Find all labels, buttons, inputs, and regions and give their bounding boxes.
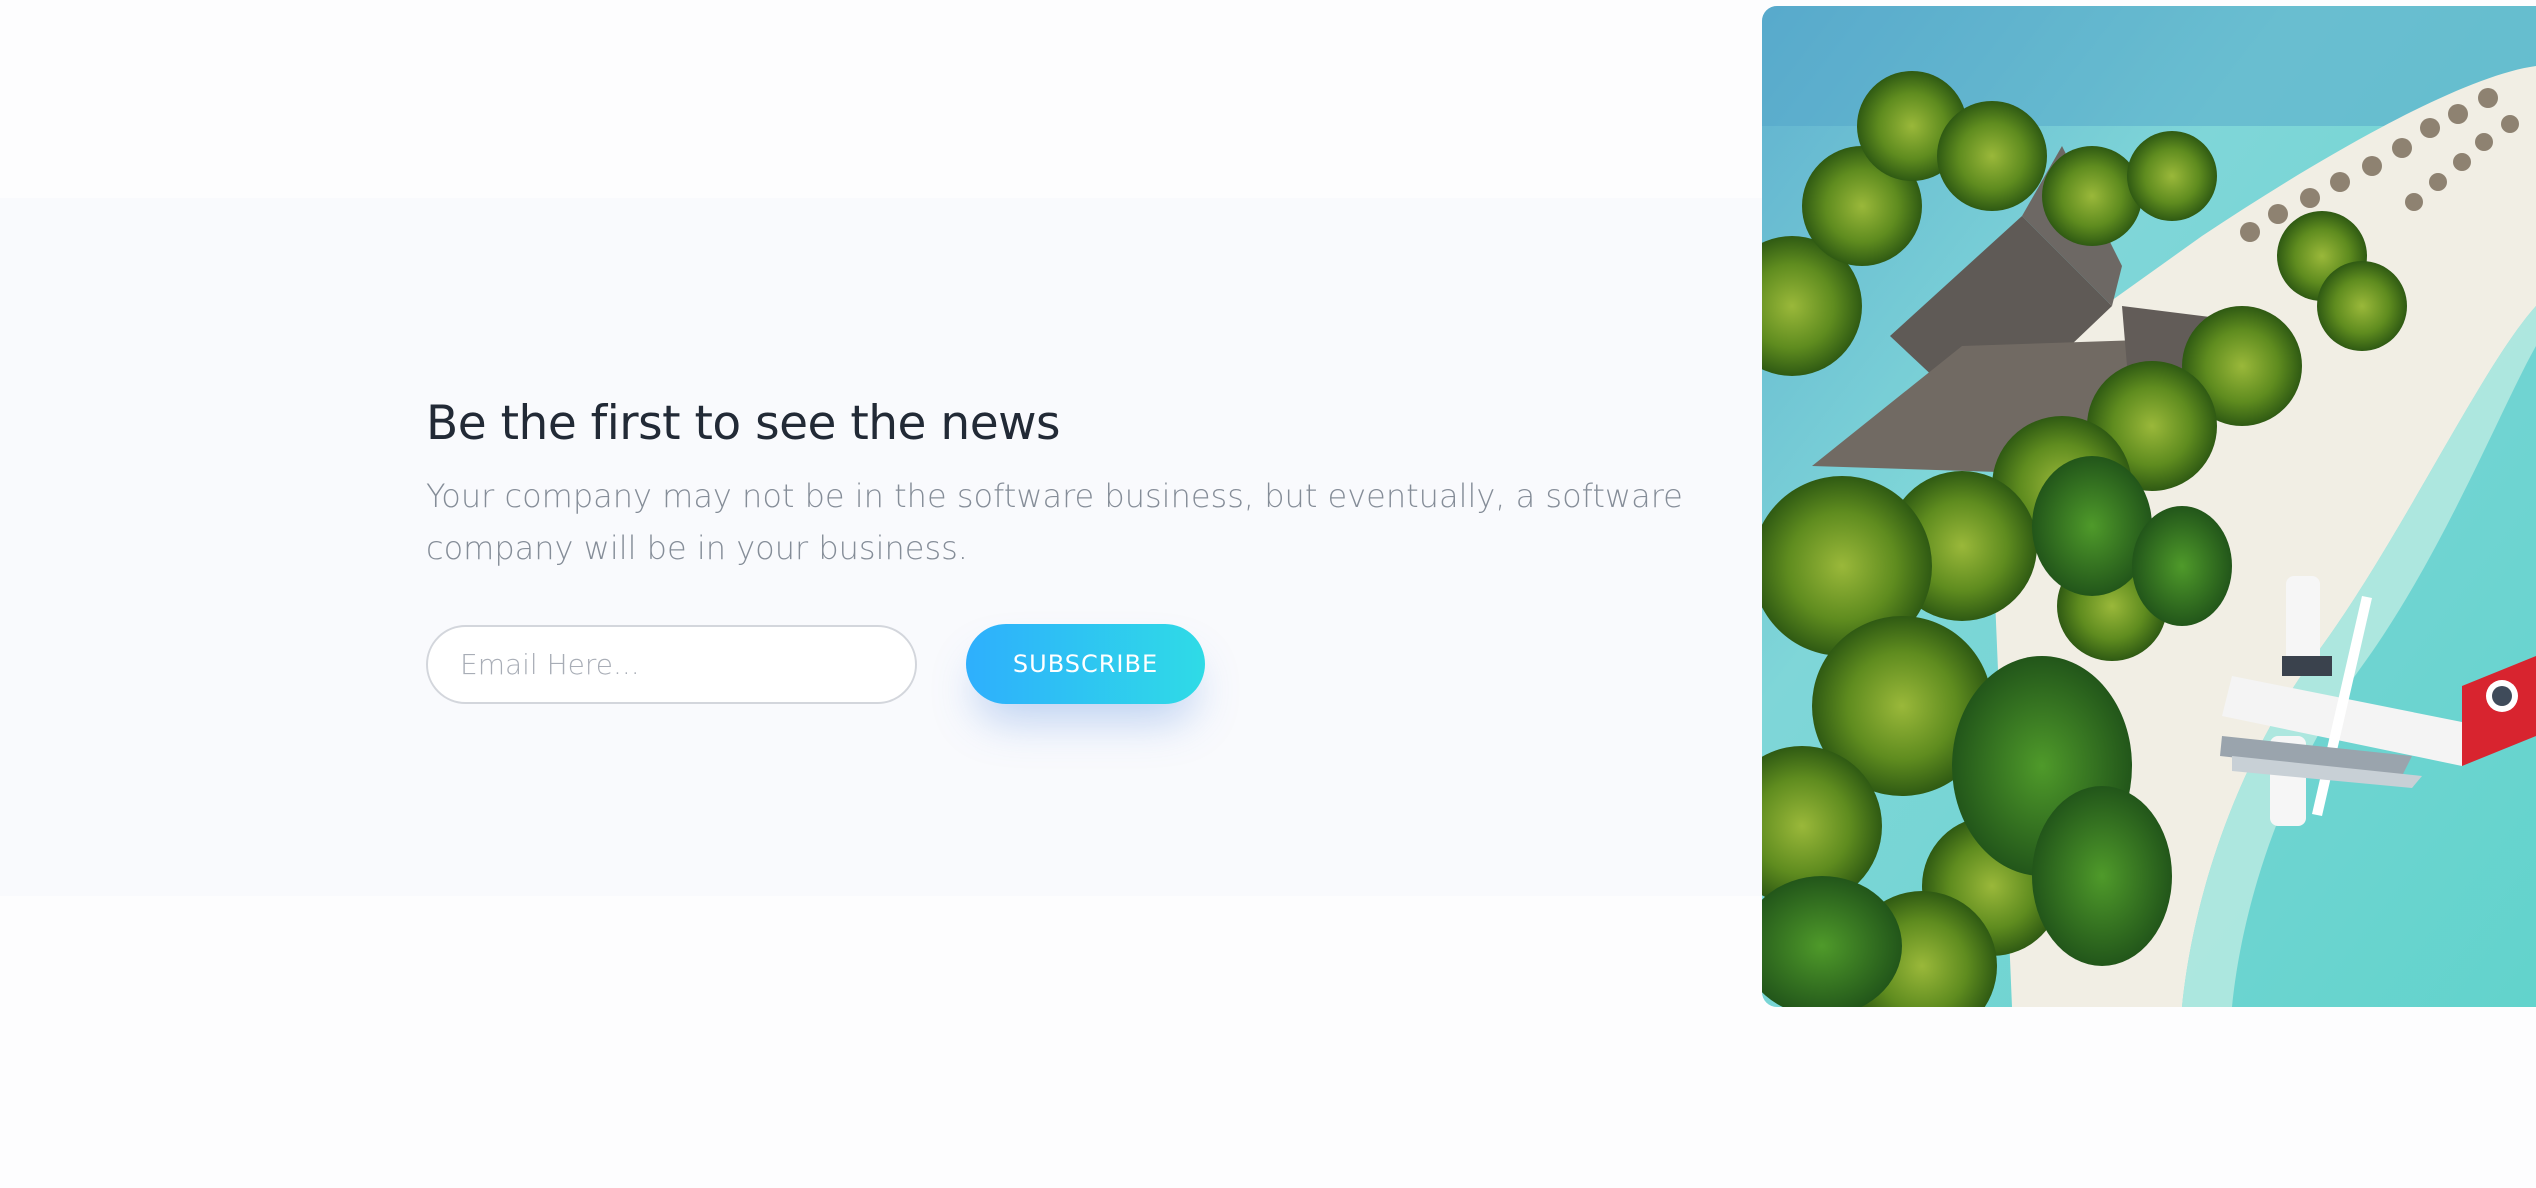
newsletter-description: Your company may not be in the software … (426, 477, 1683, 567)
subscribe-button[interactable]: SUBSCRIBE (966, 624, 1205, 704)
island-photo-illustration (1762, 6, 2536, 1007)
island-photo (1762, 6, 2536, 1007)
newsletter-heading: Be the first to see the news (426, 396, 1061, 451)
email-input[interactable] (426, 625, 917, 704)
